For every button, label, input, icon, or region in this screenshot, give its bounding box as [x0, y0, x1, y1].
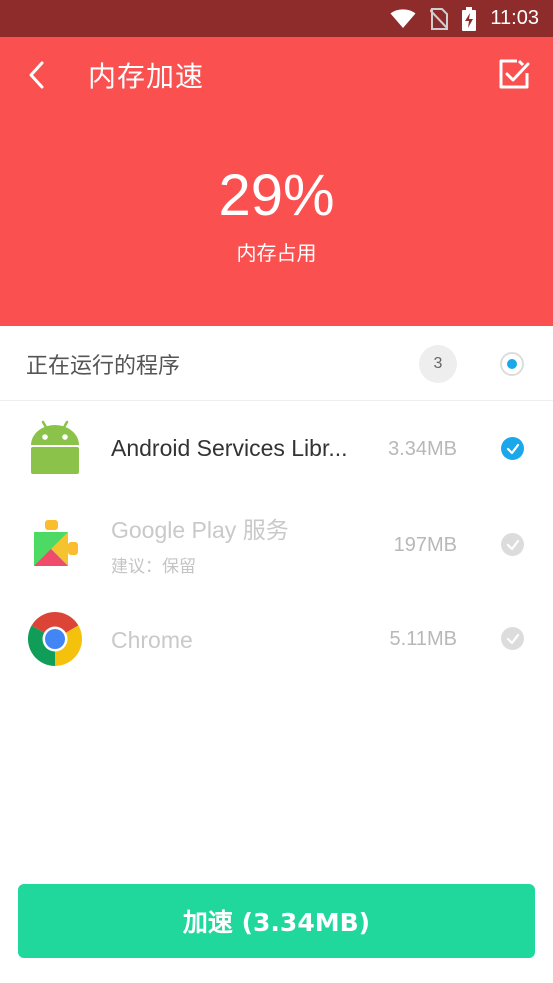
- back-arrow-icon: [29, 61, 44, 89]
- page-title: 内存加速: [88, 60, 205, 93]
- app-checkbox[interactable]: [501, 533, 524, 556]
- app-suggestion: 建议：保留: [111, 557, 196, 577]
- section-title: 正在运行的程序: [26, 354, 181, 379]
- app-row-chrome[interactable]: Chrome 5.11MB: [0, 593, 553, 689]
- app-size: 5.11MB: [389, 628, 457, 650]
- back-button[interactable]: [22, 57, 52, 93]
- header: 内存加速 29% 内存占用: [0, 37, 553, 326]
- app-size: 197MB: [393, 534, 457, 556]
- checklist-icon: [499, 59, 530, 89]
- app-name: Android Services Libr...: [111, 435, 348, 461]
- battery-charging-icon: [462, 6, 477, 31]
- status-icons: 11:03: [390, 0, 539, 37]
- app-name: Google Play 服务: [111, 517, 289, 543]
- status-time: 11:03: [490, 7, 539, 29]
- wifi-icon: [390, 8, 416, 28]
- app-name: Chrome: [111, 627, 193, 653]
- boost-button[interactable]: 加速 (3.34MB): [18, 884, 535, 958]
- app-checkbox[interactable]: [501, 627, 524, 650]
- google-play-services-icon: [34, 520, 78, 566]
- select-all-radio[interactable]: [500, 352, 524, 376]
- check-icon: [506, 539, 519, 550]
- app-row-google-play-services[interactable]: Google Play 服务 建议：保留 197MB: [0, 497, 553, 593]
- chrome-icon: [27, 612, 83, 666]
- app-row-android-services[interactable]: Android Services Libr... 3.34MB: [0, 401, 553, 497]
- memory-usage-label: 内存占用: [236, 241, 317, 265]
- select-button[interactable]: [497, 57, 531, 91]
- android-robot-icon: [31, 420, 79, 474]
- no-sim-icon: [430, 7, 449, 30]
- memory-usage-value: 29%: [218, 163, 335, 228]
- check-icon: [506, 443, 519, 454]
- check-icon: [506, 633, 519, 644]
- running-apps-header: 正在运行的程序 3: [0, 326, 553, 401]
- status-bar: 11:03: [0, 0, 553, 37]
- count-badge: 3: [419, 345, 457, 383]
- app-size: 3.34MB: [388, 438, 457, 460]
- app-checkbox[interactable]: [501, 437, 524, 460]
